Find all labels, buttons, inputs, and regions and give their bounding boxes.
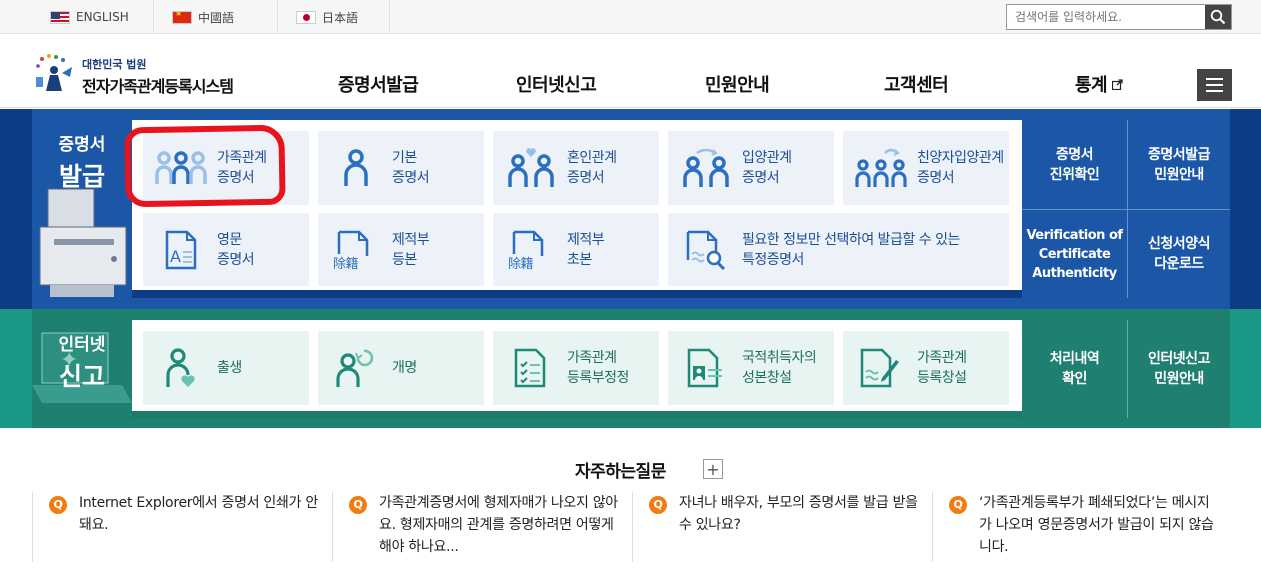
search-box [1006, 4, 1232, 30]
adoption-icon [680, 144, 732, 192]
question-icon: Q [349, 496, 367, 514]
processing-history-link[interactable]: 처리내역 확인 [1022, 320, 1127, 418]
lang-chinese-link[interactable]: 中國語 [154, 0, 278, 34]
full-adoption-icon [855, 144, 907, 192]
faq-item[interactable]: Q 자녀나 배우자, 부모의 증명서를 발급 받을 수 있나요? [632, 492, 932, 562]
china-flag-icon [172, 10, 192, 24]
certificate-guide-link[interactable]: 증명서발급 민원안내 [1127, 120, 1230, 209]
nav-statistics[interactable]: 통계 [1075, 71, 1123, 97]
faq-title: 자주하는질문 [575, 462, 666, 482]
faq-item[interactable]: Q Internet Explorer에서 증명서 인쇄가 안돼요. [32, 492, 332, 562]
tile-full-adoption-certificate[interactable]: 친양자입양관계 증명서 [843, 131, 1009, 205]
external-link-icon [1112, 78, 1123, 90]
id-document-icon [680, 344, 732, 392]
faq-item[interactable]: Q 가족관계증명서에 형제자매가 나오지 않아요. 형제자매의 관계를 증명하려… [332, 492, 632, 562]
question-icon: Q [649, 496, 667, 514]
faq-item[interactable]: Q ‘가족관계등록부가 폐쇄되었다’는 메시지가 나오며 영문증명서가 발급이 … [932, 492, 1231, 562]
language-bar: ENGLISH 中國語 日本語 [0, 0, 1261, 34]
removed-register-icon: 除籍 [505, 226, 557, 274]
removed-register-icon: 除籍 [330, 226, 382, 274]
logo-title: 전자가족관계등록시스템 [82, 77, 234, 96]
logo-subtitle: 대한민국 법원 [82, 58, 147, 71]
svg-text:除籍: 除籍 [508, 256, 534, 270]
nav-civil-guide[interactable]: 민원안내 [705, 71, 770, 97]
lang-label: 日本語 [322, 10, 359, 25]
site-header: 대한민국 법원 전자가족관계등록시스템 증명서발급 인터넷신고 민원안내 고객센… [0, 35, 1261, 108]
document-magnifier-icon [680, 226, 732, 274]
tile-removed-register-copy[interactable]: 除籍 제적부 등본 [318, 213, 484, 286]
tile-birth-report[interactable]: 출생 [143, 331, 309, 405]
couple-heart-icon [505, 144, 557, 192]
all-menu-button[interactable] [1197, 69, 1232, 101]
tile-marriage-certificate[interactable]: 혼인관계 증명서 [493, 131, 659, 205]
tile-specific-certificate[interactable]: 필요한 정보만 선택하여 발급할 수 있는 특정증명서 [668, 213, 1009, 286]
lang-japanese-link[interactable]: 日本語 [278, 0, 390, 34]
svg-text:A: A [170, 247, 181, 266]
svg-text:除籍: 除籍 [333, 256, 359, 270]
verification-authenticity-link[interactable]: Verification of Certificate Authenticity [1022, 209, 1127, 298]
question-icon: Q [949, 496, 967, 514]
search-icon [1210, 9, 1226, 25]
tile-basic-certificate[interactable]: 기본 증명서 [318, 131, 484, 205]
nav-statistics-label: 통계 [1075, 75, 1108, 96]
baby-heart-icon [155, 344, 207, 392]
question-icon: Q [49, 496, 67, 514]
nav-internet-report[interactable]: 인터넷신고 [516, 71, 597, 97]
us-flag-icon [50, 10, 70, 24]
internet-report-guide-link[interactable]: 인터넷신고 민원안내 [1127, 320, 1230, 418]
highlight-annotation [124, 124, 286, 208]
site-logo[interactable]: 대한민국 법원 전자가족관계등록시스템 [32, 49, 262, 96]
court-emblem-icon [36, 54, 72, 91]
person-icon [330, 144, 382, 192]
lang-label: ENGLISH [76, 10, 129, 24]
english-document-icon: A [155, 226, 207, 274]
search-button[interactable] [1205, 5, 1231, 29]
person-refresh-icon [330, 344, 382, 392]
internet-report-section-title: 인터넷 신고 [58, 335, 106, 391]
checklist-icon [505, 344, 557, 392]
lang-label: 中國語 [198, 10, 235, 25]
tile-naturalized-surname-creation[interactable]: 국적취득자의 성본창설 [668, 331, 834, 405]
faq-more-button[interactable]: + [703, 459, 723, 479]
document-pen-icon [855, 344, 907, 392]
tile-register-creation[interactable]: 가족관계 등록창설 [843, 331, 1009, 405]
lang-english-link[interactable]: ENGLISH [32, 0, 154, 34]
certificate-verify-link[interactable]: 증명서 진위확인 [1022, 120, 1127, 209]
hamburger-icon [1206, 78, 1223, 80]
nav-customer-center[interactable]: 고객센터 [884, 71, 949, 97]
tile-register-correction[interactable]: 가족관계 등록부정정 [493, 331, 659, 405]
tile-adoption-certificate[interactable]: 입양관계 증명서 [668, 131, 834, 205]
nav-certificate[interactable]: 증명서발급 [338, 71, 419, 97]
form-download-link[interactable]: 신청서양식 다운로드 [1127, 209, 1230, 298]
certificate-section-title: 증명서 발급 [58, 135, 106, 191]
tile-name-change-report[interactable]: 개명 [318, 331, 484, 405]
tile-removed-register-extract[interactable]: 除籍 제적부 초본 [493, 213, 659, 286]
search-input[interactable] [1007, 5, 1205, 29]
japan-flag-icon [296, 10, 316, 24]
tile-english-certificate[interactable]: A 영문 증명서 [143, 213, 309, 286]
